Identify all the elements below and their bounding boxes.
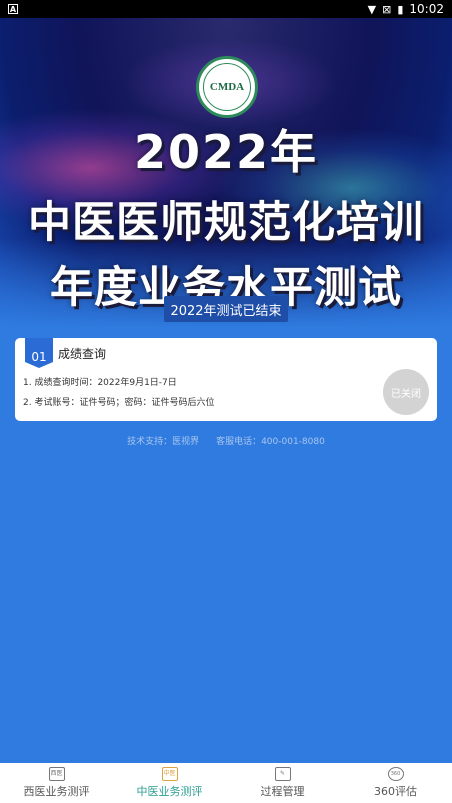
- nav-western-medicine[interactable]: 西医 西医业务测评: [0, 763, 113, 803]
- nav-label: 中医业务测评: [136, 785, 203, 798]
- title-year: 2022年: [133, 125, 319, 179]
- status-bar: A ▼ ⊠ ▮ 10:02: [0, 0, 452, 18]
- wifi-icon: ▼: [367, 2, 377, 16]
- card-number-badge: 01: [25, 338, 53, 368]
- footer-info: 技术支持：医视界 客服电话：400-001-8080: [0, 434, 452, 447]
- status-time: 10:02: [409, 2, 444, 16]
- ended-badge: 2022年测试已结束: [164, 296, 288, 322]
- nav-process-management[interactable]: ✎ 过程管理: [226, 763, 339, 803]
- account-info-text: 2. 考试账号：证件号码；密码：证件号码后六位: [23, 398, 215, 408]
- hero-banner: CMDA 2022年 中医医师规范化培训 年度业务水平测试: [0, 18, 452, 328]
- evaluation-360-icon: 360: [387, 767, 404, 781]
- title-line-1: 中医医师规范化培训: [28, 198, 424, 248]
- card-title: 成绩查询: [58, 347, 107, 361]
- notification-icon: A: [8, 4, 18, 14]
- score-query-card[interactable]: 01 成绩查询 1. 成绩查询时间：2022年9月1日-7日 2. 考试账号：证…: [15, 338, 437, 421]
- tech-support-text: 技术支持：医视界: [127, 437, 200, 447]
- logo-text: CMDA: [203, 63, 251, 111]
- nav-chinese-medicine[interactable]: 中医 中医业务测评: [113, 763, 226, 803]
- chinese-medicine-icon: 中医: [161, 767, 178, 781]
- closed-button[interactable]: 已关闭: [383, 369, 429, 415]
- hotline-text: 客服电话：400-001-8080: [216, 437, 325, 447]
- bottom-nav: 西医 西医业务测评 中医 中医业务测评 ✎ 过程管理 360 360评估: [0, 763, 452, 803]
- no-sim-icon: ⊠: [382, 2, 392, 16]
- nav-label: 过程管理: [260, 785, 305, 798]
- query-time-text: 1. 成绩查询时间：2022年9月1日-7日: [23, 378, 177, 388]
- nav-label: 西医业务测评: [23, 785, 90, 798]
- cmda-logo: CMDA: [196, 56, 258, 118]
- nav-360-evaluation[interactable]: 360 360评估: [339, 763, 452, 803]
- western-medicine-icon: 西医: [48, 767, 65, 781]
- edit-document-icon: ✎: [274, 767, 291, 781]
- nav-label: 360评估: [374, 785, 417, 798]
- battery-icon: ▮: [397, 2, 404, 16]
